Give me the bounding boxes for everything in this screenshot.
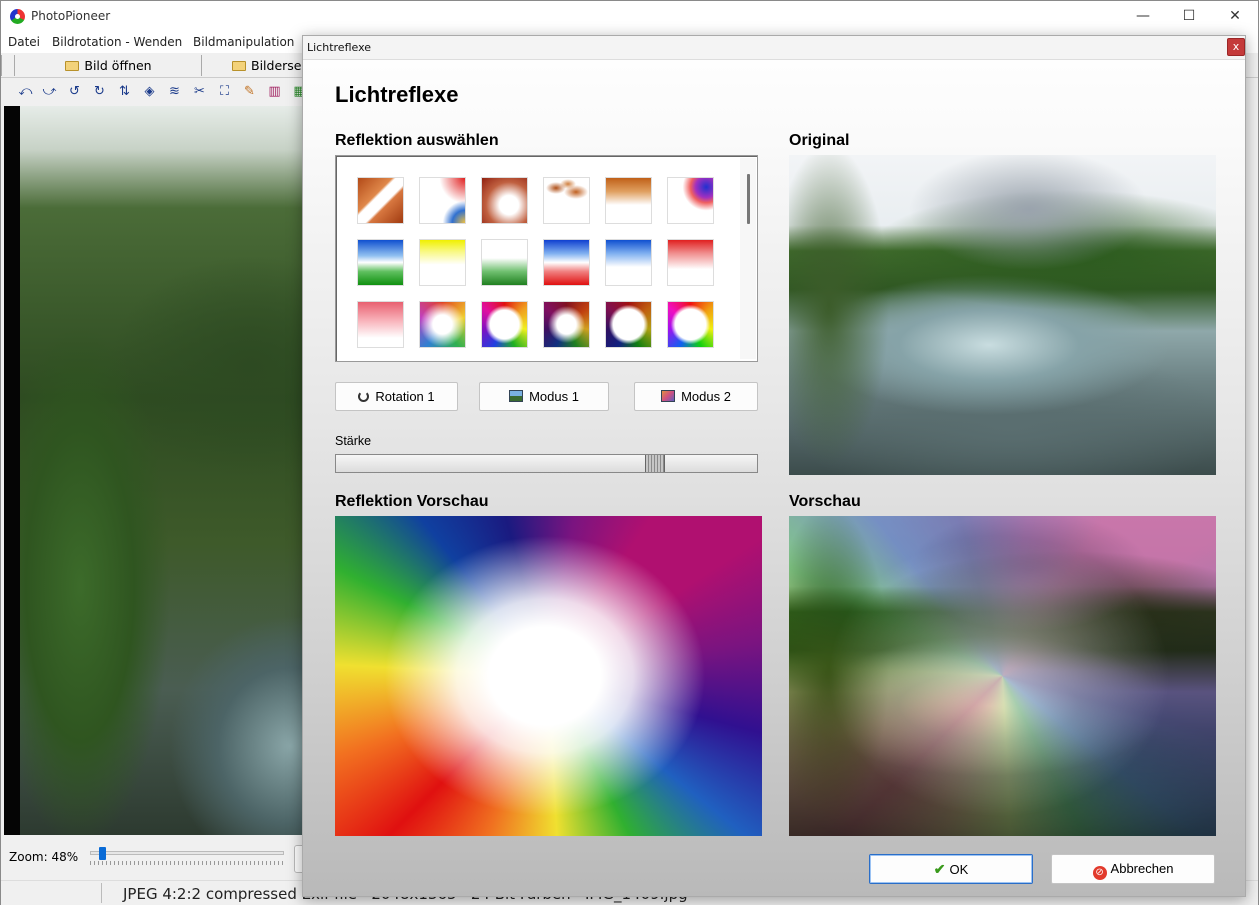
menu-bildmanipulation[interactable]: Bildmanipulation: [193, 35, 294, 49]
menu-datei[interactable]: Datei: [8, 35, 40, 49]
reflex-thumb-top-orange[interactable]: [605, 177, 652, 224]
reflection-preview-image: [335, 516, 762, 836]
minimize-button[interactable]: —: [1120, 1, 1166, 32]
rotate-ccw-icon[interactable]: ↺: [66, 83, 83, 100]
menu-bildrotation[interactable]: Bildrotation - Wenden: [52, 35, 182, 49]
original-image: [789, 155, 1216, 475]
zoom-label: Zoom: 48%: [9, 850, 79, 864]
dialog-heading: Lichtreflexe: [335, 82, 459, 107]
ok-button-label: OK: [949, 862, 969, 877]
dialog-close-button[interactable]: x: [1227, 38, 1245, 56]
tab-open-image[interactable]: Bild öffnen: [16, 55, 202, 76]
strength-slider[interactable]: [335, 454, 758, 473]
main-scrollbar[interactable]: [1247, 106, 1258, 881]
strength-slider-thumb[interactable]: [645, 455, 665, 472]
brush-icon[interactable]: ✎: [241, 83, 258, 100]
main-photo: [20, 106, 304, 835]
rotation-button-label: Rotation 1: [375, 389, 435, 404]
zoom-track: [90, 851, 284, 855]
zoom-ticks: [90, 861, 284, 865]
rotate-icon: [358, 391, 370, 402]
flip-icon[interactable]: ⇅: [116, 83, 133, 100]
reflex-thumb-diagonal-orange[interactable]: [357, 177, 404, 224]
reflection-gallery[interactable]: [335, 155, 758, 362]
crop-icon[interactable]: ⛶: [216, 83, 233, 100]
zoom-slider-thumb[interactable]: [99, 847, 106, 860]
reflex-thumb-blue-top[interactable]: [605, 239, 652, 286]
reflection-preview-label: Reflektion Vorschau: [335, 493, 489, 510]
maximize-button[interactable]: ☐: [1166, 1, 1212, 32]
mode1-button-label: Modus 1: [529, 389, 579, 404]
tab-open-image-label: Bild öffnen: [84, 58, 152, 73]
reflex-thumb-blue-red-band[interactable]: [543, 239, 590, 286]
reflex-thumb-rainbow-ring[interactable]: [481, 301, 528, 348]
select-reflection-label: Reflektion auswählen: [335, 132, 499, 149]
levels-icon[interactable]: ▥: [266, 83, 283, 100]
title-bar: PhotoPioneer — ☐ ✕: [1, 1, 1258, 32]
dialog-title-bar: Lichtreflexe x: [303, 36, 1245, 60]
result-preview-image: [789, 516, 1216, 836]
reflex-thumb-blue-flare[interactable]: [667, 177, 714, 224]
mode1-button[interactable]: Modus 1: [479, 382, 609, 411]
main-image-canvas[interactable]: [4, 106, 304, 835]
rotate-cw-icon[interactable]: ↻: [91, 83, 108, 100]
folder-icon: [232, 61, 246, 71]
rotate-right-icon[interactable]: ⤻: [41, 83, 58, 100]
reflex-thumb-dark-rainbow-frame[interactable]: [605, 301, 652, 348]
stop-icon: ⊘: [1092, 866, 1107, 880]
reflex-thumb-frame-brown[interactable]: [481, 177, 528, 224]
reflex-thumb-green-bottom[interactable]: [481, 239, 528, 286]
app-logo-icon: [10, 9, 25, 24]
preview-label: Vorschau: [789, 493, 861, 510]
reflex-thumb-rainbow-soft[interactable]: [419, 301, 466, 348]
scissors-icon[interactable]: ✂: [191, 83, 208, 100]
mode2-button[interactable]: Modus 2: [634, 382, 758, 411]
layers-icon[interactable]: ≋: [166, 83, 183, 100]
rotate-left-icon[interactable]: ⤺: [17, 83, 34, 100]
cancel-button[interactable]: ⊘ Abbrechen: [1051, 854, 1215, 884]
mode2-button-label: Modus 2: [681, 389, 731, 404]
original-photo: [789, 155, 1216, 475]
close-button[interactable]: ✕: [1212, 1, 1258, 32]
tab-spacer: [1, 55, 15, 76]
reflex-thumb-blue-green-band[interactable]: [357, 239, 404, 286]
image-icon: [509, 390, 524, 402]
preview-center-light: [789, 516, 1216, 836]
rotation-button[interactable]: Rotation 1: [335, 382, 458, 411]
reflex-thumb-rainbow-frame[interactable]: [667, 301, 714, 348]
app-title: PhotoPioneer: [31, 9, 111, 23]
lichtreflexe-dialog: Lichtreflexe x Lichtreflexe Reflektion a…: [302, 35, 1246, 897]
ok-button[interactable]: ✔ OK: [869, 854, 1033, 884]
original-label: Original: [789, 132, 850, 149]
tab-image-series[interactable]: Bilderse: [203, 55, 313, 76]
strength-label: Stärke: [335, 434, 372, 448]
gallery-scrollbar[interactable]: [740, 158, 756, 359]
reflex-thumb-dark-rainbow-ring[interactable]: [543, 301, 590, 348]
reflex-thumb-yellow-top[interactable]: [419, 239, 466, 286]
image-color-icon: [661, 390, 676, 402]
gallery-scrollbar-thumb[interactable]: [747, 174, 750, 224]
reflex-thumb-red-top[interactable]: [667, 239, 714, 286]
reflex-thumb-red-soft[interactable]: [357, 301, 404, 348]
status-divider: [101, 883, 102, 903]
checkmark-icon: ✔: [933, 861, 946, 877]
reflex-thumb-corner-rainbow[interactable]: [419, 177, 466, 224]
zoom-slider[interactable]: [90, 847, 284, 865]
folder-icon: [65, 61, 80, 71]
cancel-button-label: Abbrechen: [1110, 861, 1174, 876]
cube-icon[interactable]: ◈: [141, 83, 158, 100]
reflex-thumb-brown-streaks[interactable]: [543, 177, 590, 224]
dialog-title: Lichtreflexe: [307, 41, 372, 54]
tab-image-series-label: Bilderse: [251, 58, 302, 73]
reflection-gradient: [335, 516, 762, 836]
